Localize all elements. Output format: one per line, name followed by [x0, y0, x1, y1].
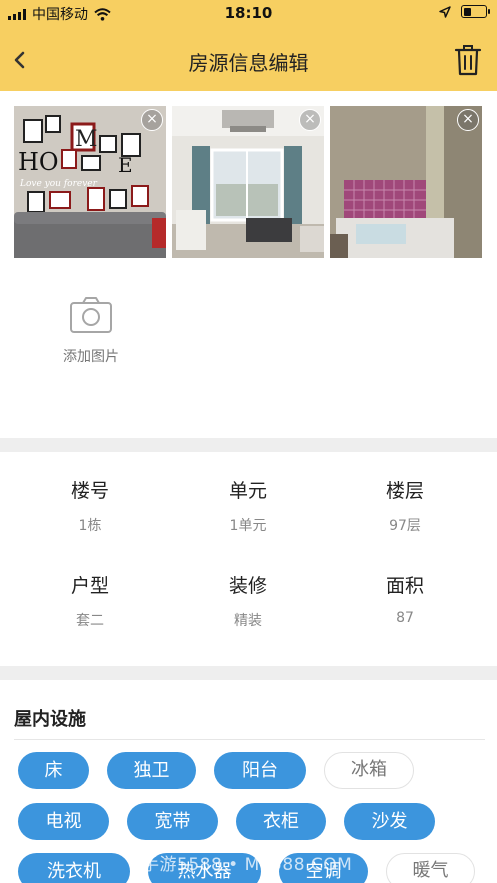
- info-label: 装修: [228, 575, 267, 597]
- watermark-text: 手游5588 • M5588.COM: [142, 855, 353, 875]
- photo-thumbnail-3[interactable]: ×: [330, 106, 482, 258]
- facility-tag[interactable]: 阳台: [214, 752, 306, 789]
- info-label: 楼层: [385, 480, 424, 502]
- info-decoration[interactable]: 装修 精装: [188, 571, 308, 630]
- facility-tag[interactable]: 宽带: [127, 803, 218, 840]
- info-unit[interactable]: 单元 1单元: [188, 476, 308, 535]
- divider: [14, 739, 485, 740]
- info-value: 1栋: [78, 518, 102, 534]
- svg-text:HO: HO: [18, 148, 59, 176]
- info-floor[interactable]: 楼层 97层: [345, 476, 465, 535]
- facilities-title: 屋内设施: [14, 709, 86, 730]
- photo-image: [172, 106, 324, 258]
- info-label: 单元: [228, 480, 267, 502]
- facility-tag[interactable]: 沙发: [344, 803, 435, 840]
- info-layout[interactable]: 户型 套二: [30, 571, 150, 630]
- facility-tag[interactable]: 电视: [18, 803, 109, 840]
- remove-photo-button[interactable]: ×: [141, 109, 163, 131]
- info-value: 套二: [76, 613, 104, 629]
- info-value: 精装: [234, 613, 262, 629]
- trash-icon[interactable]: [453, 43, 483, 77]
- add-photo-button[interactable]: 添加图片: [50, 292, 132, 378]
- page-title: 房源信息编辑: [188, 51, 309, 75]
- info-building[interactable]: 楼号 1栋: [30, 476, 150, 535]
- battery-icon: [461, 5, 490, 18]
- facility-tag[interactable]: 冰箱: [324, 752, 414, 789]
- info-area[interactable]: 面积 87: [345, 571, 465, 626]
- remove-photo-button[interactable]: ×: [299, 109, 321, 131]
- facility-tag[interactable]: 衣柜: [236, 803, 326, 840]
- photo-thumbnail-2[interactable]: ×: [172, 106, 324, 258]
- camera-icon: [70, 297, 112, 333]
- info-label: 楼号: [70, 480, 109, 502]
- photo-image: [330, 106, 482, 258]
- svg-text:M: M: [75, 127, 98, 152]
- facility-tag[interactable]: 洗衣机: [18, 853, 130, 883]
- status-time: 18:10: [224, 4, 273, 22]
- info-value: 97层: [389, 518, 421, 534]
- photo-image: M HO E Love you forever: [14, 106, 166, 258]
- photo-thumbnail-1[interactable]: M HO E Love you forever ×: [14, 106, 166, 258]
- nav-bar: 房源信息编辑: [0, 34, 497, 86]
- facility-tag[interactable]: 独卫: [107, 752, 196, 789]
- app-header: 中国移动 18:10 房源信息编辑: [0, 0, 497, 91]
- add-photo-label: 添加图片: [63, 349, 119, 365]
- info-value: 87: [396, 610, 414, 626]
- remove-photo-button[interactable]: ×: [457, 109, 479, 131]
- status-bar: 中国移动 18:10: [0, 0, 497, 26]
- location-arrow-icon: [439, 5, 451, 18]
- info-label: 户型: [70, 575, 109, 597]
- info-label: 面积: [385, 575, 424, 597]
- photo-gallery: M HO E Love you forever × × ×: [14, 106, 482, 258]
- facility-tag[interactable]: 暖气: [386, 853, 475, 883]
- section-separator: [0, 438, 497, 452]
- info-value: 1单元: [229, 518, 267, 534]
- section-separator: [0, 666, 497, 680]
- svg-text:E: E: [118, 153, 133, 177]
- svg-text:Love you forever: Love you forever: [19, 179, 98, 189]
- facility-tag[interactable]: 床: [18, 752, 89, 789]
